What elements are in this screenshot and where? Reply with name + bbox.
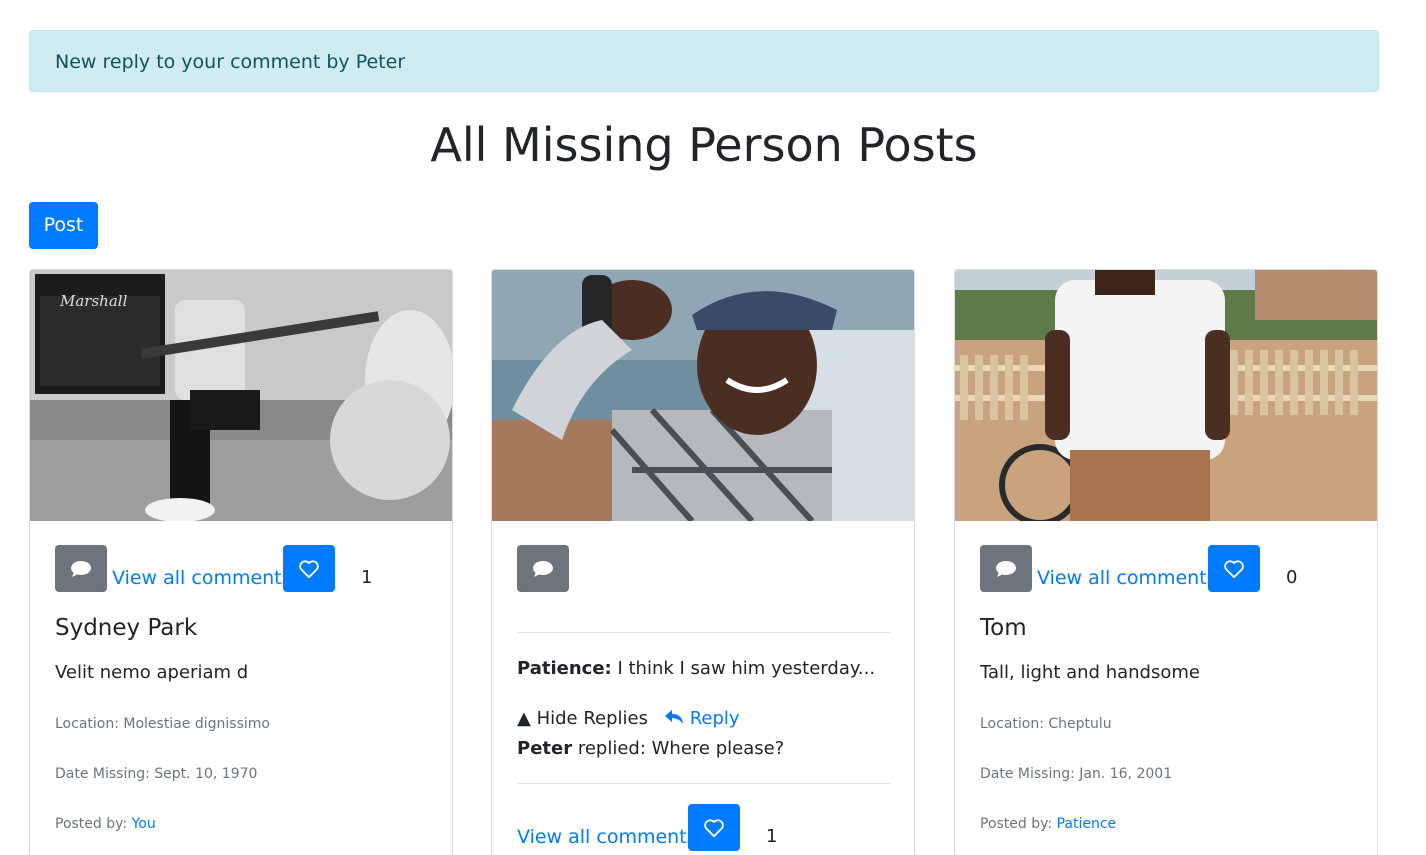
heart-icon: [704, 818, 724, 837]
post-button[interactable]: Post: [29, 202, 98, 249]
posted-label: Posted by:: [55, 816, 128, 832]
reply-label: Reply: [689, 708, 740, 729]
post-card-comments: Patience: I think I saw him yesterday...…: [491, 269, 915, 855]
reply: Peter replied: Where please?: [517, 737, 784, 761]
location-value: Molestiae dignissimo: [123, 716, 270, 732]
divider: [517, 783, 891, 784]
location-label: Location:: [980, 716, 1044, 732]
location-value: Cheptulu: [1048, 716, 1112, 732]
date-value: Sept. 10, 1970: [154, 766, 258, 782]
date-missing-info: Date Missing: Sept. 10, 1970: [55, 764, 257, 784]
location-info: Location: Cheptulu: [980, 714, 1112, 734]
posted-by-link[interactable]: You: [132, 816, 156, 832]
heart-icon: [299, 559, 319, 578]
post-photo: [955, 270, 1377, 521]
date-label: Date Missing:: [980, 766, 1075, 782]
like-count: 0: [1286, 567, 1298, 588]
like-button[interactable]: [1208, 545, 1260, 592]
date-label: Date Missing:: [55, 766, 150, 782]
reply-arrow-icon: [665, 710, 683, 724]
posted-by-info: Posted by: Patience: [980, 814, 1116, 834]
hide-replies-toggle[interactable]: ▲ Hide Replies: [517, 707, 648, 731]
posted-by-link[interactable]: Patience: [1057, 816, 1117, 832]
like-count: 1: [361, 567, 373, 588]
post-card-sydney: Marshall View all comments 1 Sydney Park…: [29, 269, 453, 855]
comment-author: Patience:: [517, 658, 612, 679]
comment-icon: [71, 560, 91, 577]
like-count: 1: [766, 826, 778, 847]
person-name: Tom: [980, 615, 1027, 641]
alert-text: New reply to your comment by Peter: [55, 51, 406, 73]
reply-link[interactable]: Reply: [664, 707, 740, 731]
post-photo: Marshall: [30, 270, 452, 521]
divider: [517, 632, 891, 633]
post-photo: [492, 270, 914, 521]
comment: Patience: I think I saw him yesterday...: [517, 657, 875, 681]
heart-icon: [1224, 559, 1244, 578]
posted-by-info: Posted by: You: [55, 814, 156, 834]
like-button[interactable]: [688, 804, 740, 851]
person-name: Sydney Park: [55, 615, 198, 641]
view-all-comments-link[interactable]: View all comments: [517, 825, 697, 849]
view-all-comments-link[interactable]: View all comments: [1037, 566, 1217, 590]
comment-button[interactable]: [980, 545, 1032, 592]
reply-text: replied: Where please?: [577, 738, 785, 759]
comment-button[interactable]: [55, 545, 107, 592]
date-value: Jan. 16, 2001: [1079, 766, 1173, 782]
comment-icon: [996, 560, 1016, 577]
posted-label: Posted by:: [980, 816, 1053, 832]
notification-alert: New reply to your comment by Peter: [29, 30, 1379, 92]
comment-button[interactable]: [517, 545, 569, 592]
date-missing-info: Date Missing: Jan. 16, 2001: [980, 764, 1172, 784]
person-description: Velit nemo aperiam d: [55, 662, 249, 683]
reply-author: Peter: [517, 738, 573, 759]
comment-icon: [533, 560, 553, 577]
location-info: Location: Molestiae dignissimo: [55, 714, 270, 734]
location-label: Location:: [55, 716, 119, 732]
like-button[interactable]: [283, 545, 335, 592]
person-description: Tall, light and handsome: [980, 662, 1200, 683]
svg-text:Marshall: Marshall: [59, 292, 128, 310]
page-title: All Missing Person Posts: [430, 118, 978, 172]
comment-text: I think I saw him yesterday...: [617, 658, 876, 679]
post-card-tom: View all comments 0 Tom Tall, light and …: [954, 269, 1378, 855]
view-all-comments-link[interactable]: View all comments: [112, 566, 292, 590]
